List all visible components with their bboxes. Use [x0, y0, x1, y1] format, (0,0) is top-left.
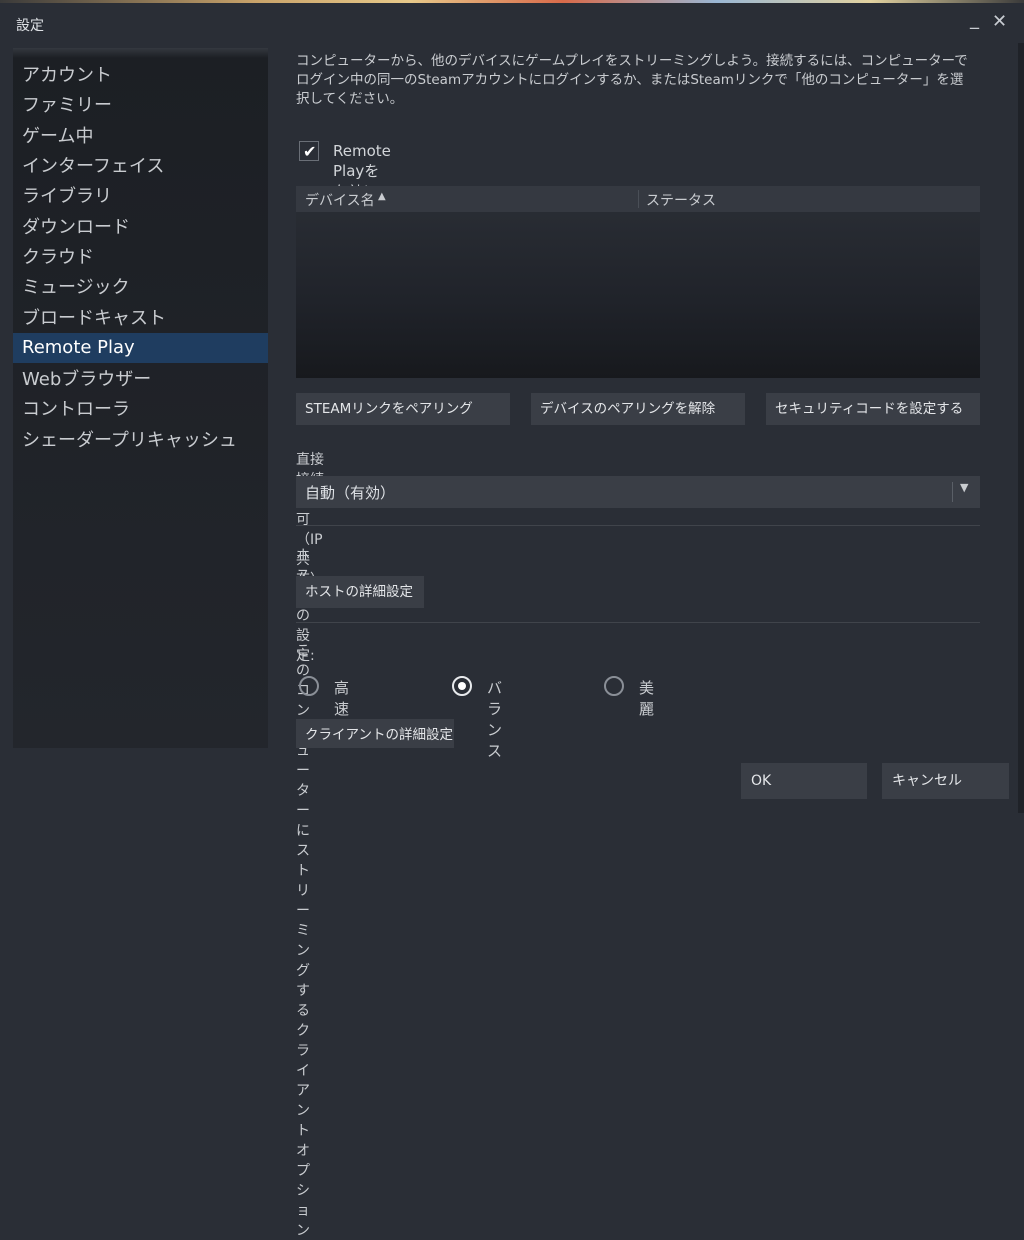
- enable-remote-play-checkbox[interactable]: ✔: [299, 141, 319, 161]
- window-title: 設定: [16, 18, 44, 34]
- sidebar-item-downloads[interactable]: ダウンロード: [13, 213, 268, 243]
- direct-connection-value: 自動（有効）: [305, 484, 396, 502]
- sidebar-item-controller[interactable]: コントローラ: [13, 395, 268, 425]
- section-divider: [296, 622, 980, 623]
- title-bar: 設定 _ ✕: [0, 3, 1024, 43]
- radio-selected-dot: [458, 682, 466, 690]
- radio-beautiful[interactable]: [604, 676, 624, 696]
- pair-steam-link-button[interactable]: STEAMリンクをペアリング: [296, 393, 510, 425]
- sidebar-item-family[interactable]: ファミリー: [13, 91, 268, 121]
- radio-balanced-label[interactable]: バランス: [487, 677, 502, 761]
- checkmark-icon: ✔: [303, 142, 317, 161]
- minimize-icon[interactable]: _: [970, 9, 979, 30]
- remote-play-description: コンピューターから、他のデバイスにゲームプレイをストリーミングしよう。接続するに…: [296, 53, 968, 107]
- window-edge: [1018, 43, 1024, 813]
- section-divider: [296, 525, 980, 526]
- sidebar: アカウント ファミリー ゲーム中 インターフェイス ライブラリ ダウンロード ク…: [13, 48, 268, 748]
- device-table: デバイス名 ▲ ステータス: [296, 186, 980, 378]
- sidebar-item-music[interactable]: ミュージック: [13, 273, 268, 303]
- sidebar-item-library[interactable]: ライブラリ: [13, 182, 268, 212]
- column-status[interactable]: ステータス: [646, 190, 716, 210]
- sort-ascending-icon: ▲: [378, 191, 386, 202]
- radio-fast-label[interactable]: 高速: [334, 677, 349, 719]
- close-icon[interactable]: ✕: [992, 11, 1007, 32]
- sidebar-item-remote-play[interactable]: Remote Play: [13, 333, 268, 363]
- host-advanced-settings-button[interactable]: ホストの詳細設定: [296, 576, 424, 608]
- sidebar-top-shade: [13, 48, 268, 58]
- radio-balanced[interactable]: [452, 676, 472, 696]
- column-device-name[interactable]: デバイス名: [305, 190, 375, 210]
- unpair-devices-button[interactable]: デバイスのペアリングを解除: [531, 393, 745, 425]
- ok-button[interactable]: OK: [741, 763, 867, 799]
- client-advanced-settings-button[interactable]: クライアントの詳細設定: [296, 719, 454, 748]
- cancel-button[interactable]: キャンセル: [882, 763, 1009, 799]
- radio-beautiful-label[interactable]: 美麗: [639, 677, 654, 719]
- sidebar-item-broadcast[interactable]: ブロードキャスト: [13, 304, 268, 334]
- radio-fast[interactable]: [299, 676, 319, 696]
- sidebar-item-web-browser[interactable]: Webブラウザー: [13, 365, 268, 395]
- sidebar-item-cloud[interactable]: クラウド: [13, 243, 268, 273]
- sidebar-item-shader-cache[interactable]: シェーダープリキャッシュ: [13, 426, 268, 456]
- set-security-code-button[interactable]: セキュリティコードを設定する: [766, 393, 980, 425]
- sidebar-item-account[interactable]: アカウント: [13, 61, 268, 91]
- sidebar-item-interface[interactable]: インターフェイス: [13, 152, 268, 182]
- column-divider: [638, 190, 639, 208]
- chevron-down-icon[interactable]: ▼: [960, 481, 968, 494]
- device-table-header: デバイス名 ▲ ステータス: [296, 186, 980, 212]
- sidebar-item-in-game[interactable]: ゲーム中: [13, 122, 268, 152]
- dropdown-divider: [952, 482, 953, 502]
- direct-connection-dropdown[interactable]: 自動（有効） ▼: [296, 476, 980, 508]
